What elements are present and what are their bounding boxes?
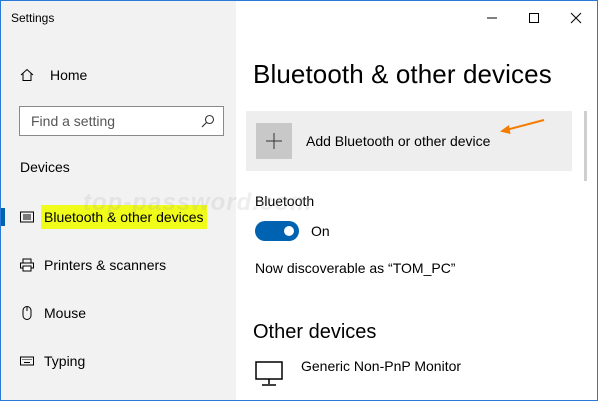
bluetooth-devices-icon (20, 211, 34, 223)
add-device-label: Add Bluetooth or other device (306, 133, 491, 149)
maximize-button[interactable] (513, 1, 555, 35)
sidebar-item-mouse[interactable]: Mouse (1, 295, 236, 331)
nav-home[interactable]: Home (20, 63, 87, 87)
window-controls (471, 1, 597, 35)
sidebar-item-label: Bluetooth & other devices (41, 205, 207, 229)
printer-icon (20, 258, 34, 272)
app-title: Settings (11, 11, 55, 25)
search-placeholder: Find a setting (31, 113, 116, 129)
sidebar-item-label: Mouse (44, 305, 87, 321)
bluetooth-toggle-state: On (311, 223, 330, 239)
minimize-icon (487, 17, 497, 19)
discoverable-text: Now discoverable as “TOM_PC” (255, 260, 456, 276)
toggle-knob (284, 226, 294, 236)
bluetooth-label: Bluetooth (255, 193, 315, 209)
sidebar-item-bluetooth[interactable]: Bluetooth & other devices (1, 199, 236, 235)
sidebar-item-label: Typing (44, 353, 86, 369)
close-icon (570, 12, 582, 24)
minimize-button[interactable] (471, 1, 513, 35)
device-name: Generic Non-PnP Monitor (301, 358, 462, 374)
plus-icon (266, 133, 282, 149)
sidebar: Settings Home Find a setting Devices Blu… (1, 1, 236, 400)
monitor-icon (255, 361, 283, 386)
mouse-icon (22, 306, 32, 320)
nav-home-label: Home (50, 67, 88, 83)
maximize-icon (529, 13, 539, 23)
annotation-arrow-icon (500, 119, 545, 134)
keyboard-icon (20, 356, 34, 366)
scrollbar[interactable] (584, 111, 587, 181)
add-tile (256, 123, 292, 159)
home-icon (20, 68, 34, 81)
search-input[interactable]: Find a setting (19, 106, 224, 136)
sidebar-item-typing[interactable]: Typing (1, 343, 236, 379)
page-title: Bluetooth & other devices (253, 59, 552, 89)
device-item[interactable]: Generic Non-PnP Monitor (255, 355, 461, 387)
other-devices-title: Other devices (253, 321, 377, 343)
section-title: Devices (20, 159, 70, 175)
bluetooth-toggle[interactable] (255, 221, 299, 241)
search-icon[interactable] (201, 114, 215, 128)
main-panel: Bluetooth & other devices Add Bluetooth … (236, 1, 597, 400)
close-button[interactable] (555, 1, 597, 35)
sidebar-item-label: Printers & scanners (44, 257, 167, 273)
settings-window: Settings Home Find a setting Devices Blu… (0, 0, 598, 401)
sidebar-item-printers[interactable]: Printers & scanners (1, 247, 236, 283)
